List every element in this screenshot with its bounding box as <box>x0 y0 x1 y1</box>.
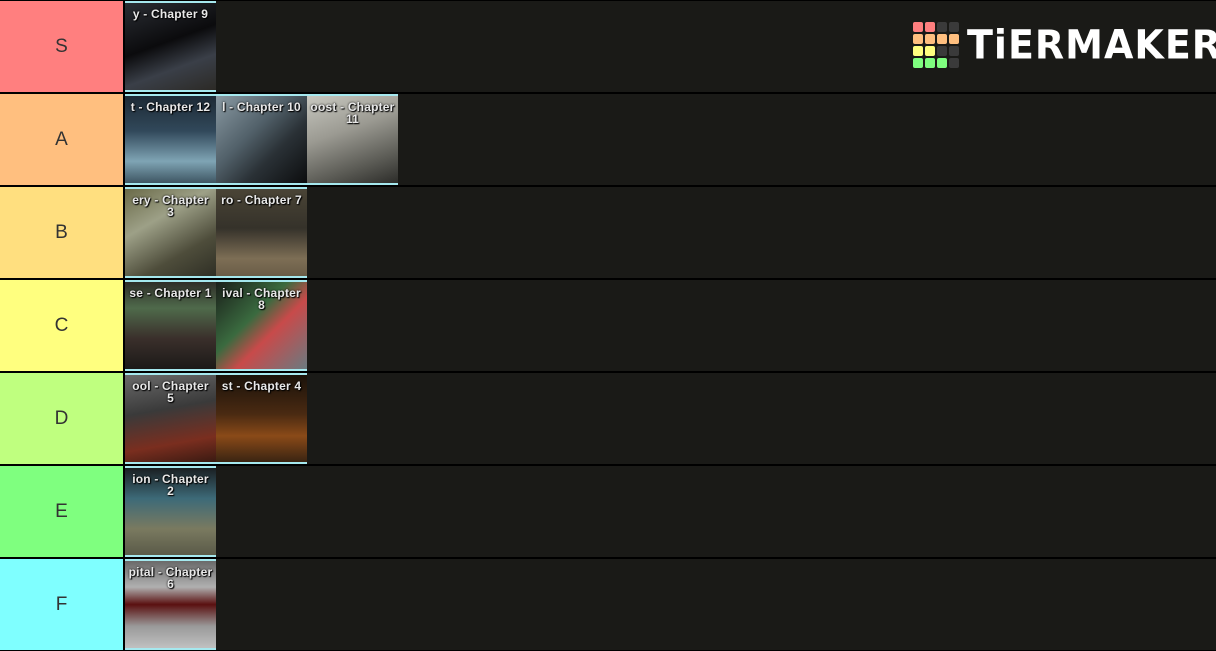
tier-item-card[interactable]: se - Chapter 1 <box>125 280 216 371</box>
tiermaker-wordmark: TiERMAKER <box>967 21 1216 69</box>
tier-label[interactable]: D <box>0 373 123 464</box>
logo-grid-cell <box>949 34 959 44</box>
item-caption-line2: 6 <box>167 577 174 591</box>
tier-row-c: Cse - Chapter 1 ival - Chapter 8 <box>0 280 1216 371</box>
logo-grid-cell <box>937 22 947 32</box>
logo-grid-cell <box>949 22 959 32</box>
tier-item-card[interactable]: l - Chapter 10 <box>216 94 307 185</box>
item-caption-line2: 2 <box>167 484 174 498</box>
item-caption-line2: 8 <box>258 298 265 312</box>
item-caption: l - Chapter 10 <box>216 101 307 113</box>
item-caption-line1: y - Chapter 9 <box>132 7 209 21</box>
tier-items-dropzone[interactable]: ery - Chapter 3 ro - Chapter 7 <box>125 187 1216 278</box>
tier-label[interactable]: F <box>0 559 123 650</box>
tier-list: Sy - Chapter 9 At - Chapter 12 l - Chapter… <box>0 0 1216 651</box>
logo-grid-cell <box>913 46 923 56</box>
item-caption: oost - Chapter 11 <box>307 101 398 125</box>
item-caption: ion - Chapter 2 <box>125 473 216 497</box>
logo-grid-cell <box>937 34 947 44</box>
tier-item-card[interactable]: ery - Chapter 3 <box>125 187 216 278</box>
tier-label[interactable]: E <box>0 466 123 557</box>
logo-grid-cell <box>937 58 947 68</box>
tier-item-card[interactable]: ival - Chapter 8 <box>216 280 307 371</box>
item-caption-line1: ro - Chapter 7 <box>221 193 302 207</box>
tiermaker-logo[interactable]: TiERMAKER <box>913 20 1216 70</box>
logo-grid-cell <box>937 46 947 56</box>
item-caption-line2: 3 <box>167 205 174 219</box>
item-caption: ival - Chapter 8 <box>216 287 307 311</box>
item-caption-line2: 5 <box>167 391 174 405</box>
item-caption: se - Chapter 1 <box>125 287 216 299</box>
tier-row-a: At - Chapter 12 l - Chapter 10 oost - Chap… <box>0 94 1216 185</box>
logo-grid-cell <box>913 58 923 68</box>
tier-item-card[interactable]: ion - Chapter 2 <box>125 466 216 557</box>
logo-grid-cell <box>949 58 959 68</box>
item-caption: t - Chapter 12 <box>125 101 216 113</box>
item-caption-line1: t - Chapter 12 <box>130 100 211 114</box>
tier-item-card[interactable]: ro - Chapter 7 <box>216 187 307 278</box>
tier-row-d: Dool - Chapter 5 st - Chapter 4 <box>0 373 1216 464</box>
logo-grid-cell <box>913 34 923 44</box>
item-caption: ool - Chapter 5 <box>125 380 216 404</box>
item-caption-line2: 11 <box>345 112 360 126</box>
logo-grid-cell <box>925 22 935 32</box>
logo-grid-cell <box>949 46 959 56</box>
logo-grid-cell <box>925 58 935 68</box>
tier-items-dropzone[interactable]: ion - Chapter 2 <box>125 466 1216 557</box>
tier-items-dropzone[interactable]: se - Chapter 1 ival - Chapter 8 <box>125 280 1216 371</box>
item-caption-line1: st - Chapter 4 <box>221 379 302 393</box>
tier-item-card[interactable]: pital - Chapter 6 <box>125 559 216 650</box>
tier-item-card[interactable]: ool - Chapter 5 <box>125 373 216 464</box>
item-caption: y - Chapter 9 <box>125 8 216 20</box>
tier-label[interactable]: B <box>0 187 123 278</box>
item-caption: ro - Chapter 7 <box>216 194 307 206</box>
item-caption: st - Chapter 4 <box>216 380 307 392</box>
tier-items-dropzone[interactable]: pital - Chapter 6 <box>125 559 1216 650</box>
item-caption: ery - Chapter 3 <box>125 194 216 218</box>
item-caption-line1: l - Chapter 10 <box>222 100 301 114</box>
tier-items-dropzone[interactable]: t - Chapter 12 l - Chapter 10 oost - Chapt… <box>125 94 1216 185</box>
item-caption-line1: se - Chapter 1 <box>129 286 212 300</box>
tier-row-b: Bery - Chapter 3 ro - Chapter 7 <box>0 187 1216 278</box>
tier-item-card[interactable]: t - Chapter 12 <box>125 94 216 185</box>
logo-grid-cell <box>913 22 923 32</box>
tier-label[interactable]: A <box>0 94 123 185</box>
tier-item-card[interactable]: oost - Chapter 11 <box>307 94 398 185</box>
logo-grid-cell <box>925 34 935 44</box>
tier-row-e: Eion - Chapter 2 <box>0 466 1216 557</box>
tier-label[interactable]: S <box>0 1 123 92</box>
logo-grid-cell <box>925 46 935 56</box>
tier-label[interactable]: C <box>0 280 123 371</box>
tier-item-card[interactable]: st - Chapter 4 <box>216 373 307 464</box>
tier-item-card[interactable]: y - Chapter 9 <box>125 1 216 92</box>
item-caption: pital - Chapter 6 <box>125 566 216 590</box>
tier-row-f: Fpital - Chapter 6 <box>0 559 1216 650</box>
tiermaker-grid-icon <box>913 22 959 68</box>
tier-items-dropzone[interactable]: ool - Chapter 5 st - Chapter 4 <box>125 373 1216 464</box>
